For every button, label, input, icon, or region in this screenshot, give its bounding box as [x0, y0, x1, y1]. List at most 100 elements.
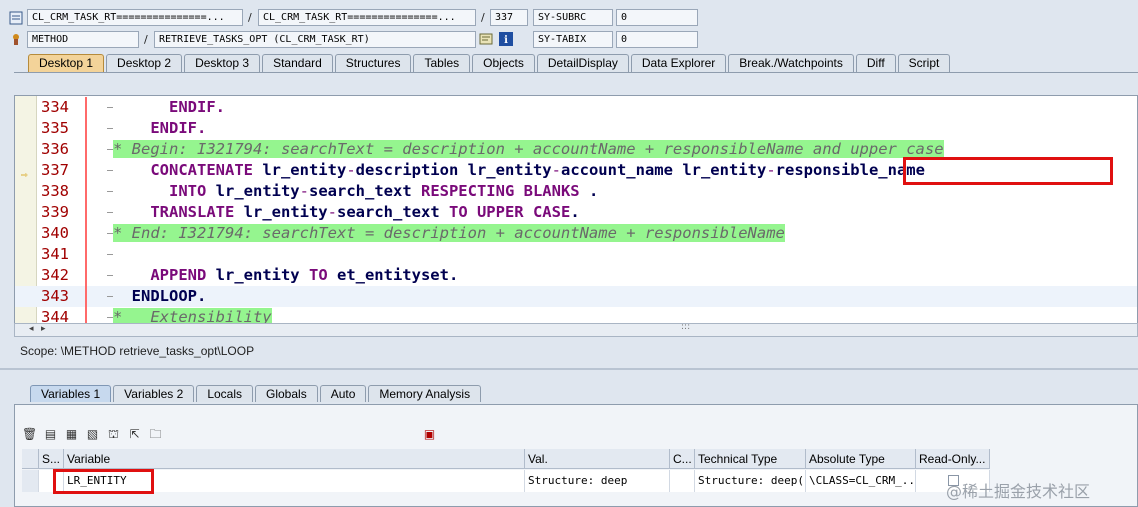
tab-data-explorer[interactable]: Data Explorer	[630, 54, 727, 72]
col-change-header[interactable]: C...	[670, 449, 695, 469]
tab-globals[interactable]: Globals	[255, 385, 318, 402]
code-token: .	[579, 182, 599, 200]
jump-icon[interactable]: ⇱	[127, 427, 142, 442]
line-number-separator	[85, 97, 87, 118]
value-cell[interactable]: Structure: deep	[525, 470, 670, 492]
code-line[interactable]: 339 TRANSLATE lr_entity-search_text TO U…	[15, 202, 1137, 223]
tab-break-watchpoints[interactable]: Break./Watchpoints	[728, 54, 854, 72]
code-text: CONCATENATE lr_entity-description lr_ent…	[113, 160, 925, 181]
line-number-separator	[85, 118, 87, 139]
editor-horizontal-scrollbar[interactable]: ◂ ▸ :::	[14, 322, 1138, 337]
keyword-token: ENDIF.	[113, 119, 207, 137]
col-selector-header[interactable]	[22, 449, 39, 469]
code-text: ENDIF.	[113, 118, 206, 139]
keyword-token: TO UPPER CASE	[448, 203, 571, 221]
code-line[interactable]: 341	[15, 244, 1137, 265]
tab-desktop-3[interactable]: Desktop 3	[184, 54, 261, 72]
tab-structures[interactable]: Structures	[334, 54, 412, 72]
folder-icon[interactable]: 🗀	[148, 427, 163, 442]
line-number: 334	[41, 98, 69, 116]
keyword-token: ENDIF.	[113, 98, 225, 116]
tab-memory-analysis[interactable]: Memory Analysis	[368, 385, 482, 402]
line-number: 335	[41, 119, 69, 137]
info-icon[interactable]: i	[499, 32, 513, 46]
code-line[interactable]: 343 ENDLOOP.	[15, 286, 1137, 307]
code-token: -	[299, 182, 309, 200]
line-number-separator	[85, 160, 87, 181]
keyword-token: TRANSLATE	[113, 203, 244, 221]
save-icon[interactable]: ▣	[422, 427, 437, 442]
highlight-box-lr-entity	[53, 469, 154, 494]
col-absolute-type-header[interactable]: Absolute Type	[806, 449, 916, 469]
code-token: description	[355, 161, 468, 179]
code-token: ENDLOOP.	[113, 287, 207, 305]
tab-auto[interactable]: Auto	[319, 385, 367, 402]
comment-token: * End: I321794: searchText = description…	[113, 224, 785, 242]
col-status-header[interactable]: S...	[39, 449, 64, 469]
col-variable-header[interactable]: Variable	[64, 449, 525, 469]
scroll-left-icon[interactable]: ◂	[29, 324, 34, 334]
tab-desktop-2[interactable]: Desktop 2	[106, 54, 183, 72]
tab-objects[interactable]: Objects	[472, 54, 535, 72]
code-token: .	[570, 203, 580, 221]
import-icon[interactable]: ▦	[64, 427, 79, 442]
tab-diff[interactable]: Diff	[855, 54, 896, 72]
keyword-token: CONCATENATE	[113, 161, 263, 179]
block-tree-marker	[107, 254, 113, 255]
svg-text:i: i	[504, 35, 508, 46]
col-value-header[interactable]: Val.	[525, 449, 670, 469]
event-type-field[interactable]: METHOD	[27, 31, 139, 48]
line-number-separator	[85, 139, 87, 160]
absolute-type-cell: \CLASS=CL_CRM_...	[806, 470, 916, 492]
tab-tables[interactable]: Tables	[413, 54, 471, 72]
splitter-grip-icon[interactable]: :::	[681, 322, 690, 332]
code-token: -	[346, 161, 356, 179]
sy-tabix-label: SY-TABIX	[533, 31, 613, 48]
line-number-separator	[85, 286, 87, 307]
code-line[interactable]: 334 ENDIF.	[15, 97, 1137, 118]
sy-subrc-value: 0	[616, 9, 698, 26]
code-text: * Begin: I321794: searchText = descripti…	[113, 139, 944, 160]
line-number: 338	[41, 182, 69, 200]
display-source-icon[interactable]	[479, 32, 493, 46]
col-technical-type-header[interactable]: Technical Type	[695, 449, 806, 469]
code-token: search_text	[337, 203, 449, 221]
line-number: 337	[41, 161, 69, 179]
include-field[interactable]: CL_CRM_TASK_RT===============...	[258, 9, 476, 26]
tab-variables-1[interactable]: Variables 1	[30, 385, 112, 402]
tab-variables-2[interactable]: Variables 2	[113, 385, 195, 402]
export-icon[interactable]: ▧	[85, 427, 100, 442]
code-token: et_entityset	[336, 266, 449, 284]
code-line[interactable]: 342 APPEND lr_entity TO et_entityset.	[15, 265, 1137, 286]
line-field[interactable]: 337	[490, 9, 528, 26]
variables-toolbar: 🗑 ▤ ▦ ▧ ⛫ ⇱ 🗀	[22, 427, 163, 443]
source-code-editor[interactable]: 334 ENDIF. 335 ENDIF. 336 * Begin: I321794:…	[14, 95, 1138, 325]
tab-standard[interactable]: Standard	[262, 54, 333, 72]
tab-detaildisplay[interactable]: DetailDisplay	[536, 54, 629, 72]
delete-icon[interactable]: 🗑	[22, 427, 37, 442]
line-number: 342	[41, 266, 69, 284]
event-field[interactable]: RETRIEVE_TASKS_OPT (CL_CRM_TASK_RT)	[154, 31, 476, 48]
col-read-only-header[interactable]: Read-Only...	[916, 449, 990, 469]
code-token: search_text	[309, 182, 421, 200]
keyword-token: TO	[308, 266, 337, 284]
code-text: ENDIF.	[113, 97, 225, 118]
structure-icon[interactable]: ⛫	[106, 427, 121, 442]
tab-script[interactable]: Script	[897, 54, 951, 72]
desktop-tab-strip: Desktop 1 Desktop 2 Desktop 3 Standard Struc…	[0, 54, 1138, 72]
scroll-right-icon[interactable]: ▸	[41, 324, 46, 334]
line-number: 339	[41, 203, 69, 221]
line-number: 336	[41, 140, 69, 158]
line-number-separator	[85, 244, 87, 265]
panel-splitter[interactable]	[0, 368, 1138, 370]
row-selector[interactable]	[22, 470, 39, 492]
tab-desktop-1[interactable]: Desktop 1	[28, 54, 105, 72]
delete-all-icon[interactable]: ▤	[43, 427, 58, 442]
line-number-separator	[85, 181, 87, 202]
separator: /	[481, 11, 485, 24]
tab-locals[interactable]: Locals	[196, 385, 253, 402]
code-line[interactable]: 335 ENDIF.	[15, 118, 1137, 139]
code-line[interactable]: 340 * End: I321794: searchText = descript…	[15, 223, 1137, 244]
line-number-separator	[85, 223, 87, 244]
program-field[interactable]: CL_CRM_TASK_RT===============...	[27, 9, 243, 26]
